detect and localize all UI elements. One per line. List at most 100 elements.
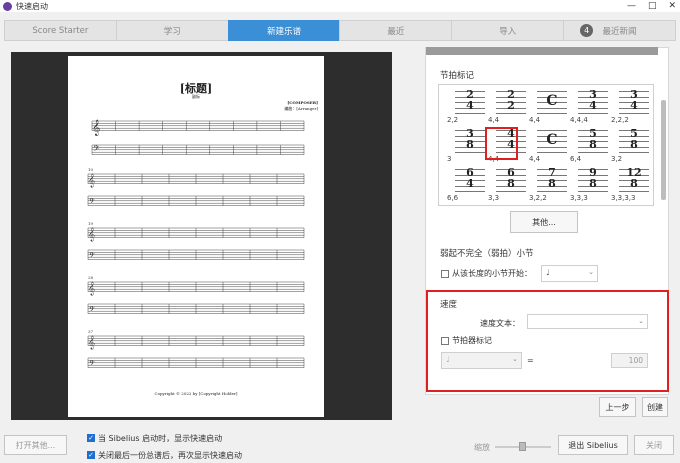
score-page: [标题] 副标 [COMPOSER] 编曲：[Arranger] 𝄞 𝄢 𝄞 𝄢 10 𝄞… [68, 56, 324, 417]
tab-new-score[interactable]: 新建乐谱 [227, 20, 340, 41]
section-header-strip [426, 47, 658, 55]
time-signature-denominator: 8 [589, 177, 597, 190]
time-signature-symbol: 98 [578, 167, 608, 193]
time-signature-denominator: 8 [589, 138, 597, 151]
time-signature-denominator: 4 [589, 99, 597, 112]
clef-symbol: 𝄞 [88, 281, 95, 295]
time-signature-option[interactable]: 6 8 3,3 [488, 167, 528, 203]
time-signature-symbol: 22 [496, 89, 526, 115]
tab-label: 导入 [499, 26, 517, 37]
time-signature-symbol: 68 [496, 167, 526, 193]
time-signature-option[interactable]: 9 8 3,3,3 [570, 167, 610, 203]
measure-number: 10 [88, 167, 94, 172]
bpm-input[interactable]: 100 [611, 353, 648, 368]
time-signature-grouping: 6,4 [570, 155, 582, 163]
time-signature-symbol: 78 [537, 167, 567, 193]
clef-symbol: 𝄢 [93, 145, 100, 156]
time-signature-numerator: C [546, 93, 558, 109]
time-signature-grouping: 4,4 [488, 116, 500, 124]
show-on-close-label: 关闭最后一份总谱后，再次显示快速启动 [98, 451, 242, 460]
tab-score-starter[interactable]: Score Starter [4, 20, 116, 41]
other-time-signature-button[interactable]: 其他... [510, 211, 578, 233]
tempo-text-dropdown[interactable]: ⌄ [527, 314, 648, 329]
tempo-title: 速度 [440, 300, 458, 310]
news-count-badge: 4 [580, 24, 594, 37]
time-signature-grouping: 4,4,4 [570, 116, 588, 124]
time-signature-option[interactable]: 5 8 6,4 [570, 128, 610, 164]
time-signature-denominator: 2 [507, 99, 515, 112]
back-button[interactable]: 上一步 [599, 397, 636, 417]
time-signature-option[interactable]: 7 8 3,2,2 [529, 167, 569, 203]
create-button[interactable]: 创建 [642, 397, 668, 417]
maximize-button[interactable]: □ [648, 0, 657, 12]
tab-news[interactable]: 4 最近新闻 [563, 20, 676, 41]
time-signature-denominator: 8 [630, 177, 638, 190]
show-on-close-checkbox[interactable]: ✓ [87, 451, 95, 459]
zoom-slider-handle[interactable] [519, 442, 526, 451]
metronome-checkbox[interactable] [441, 337, 449, 345]
metronome-note-value: ♩ [446, 355, 450, 364]
tempo-text-label: 速度文本： [480, 319, 520, 328]
pickup-title: 弱起不完全（弱拍）小节 [440, 249, 534, 259]
pickup-duration-value: ♩ [546, 268, 550, 277]
tab-bar: Score Starter 学习 新建乐谱 最近 导入 4 最近新闻 [4, 20, 676, 41]
time-signature-grouping: 4,4 [529, 155, 541, 163]
time-signature-grouping: 3,2 [611, 155, 623, 163]
time-signature-grouping: 2,2,2 [611, 116, 629, 124]
pickup-duration-dropdown[interactable]: ♩ ⌄ [541, 265, 598, 282]
time-signature-option[interactable]: 12 8 3,3,3,3 [611, 167, 651, 203]
time-signature-option[interactable]: 383 [447, 128, 487, 164]
show-on-start-label: 当 Sibelius 启动时，显示快速启动 [98, 434, 223, 443]
tab-recent[interactable]: 最近 [339, 20, 452, 41]
time-signature-symbol: 64 [455, 167, 485, 193]
clef-symbol: 𝄞 [88, 173, 95, 187]
bpm-value: 100 [628, 356, 643, 365]
time-signature-selection [485, 127, 518, 160]
time-signature-grouping: 3,3 [488, 194, 500, 202]
time-signature-symbol: C [537, 128, 567, 154]
measure-number: 37 [88, 329, 94, 334]
clef-symbol: 𝄢 [89, 359, 95, 370]
time-signature-denominator: 8 [630, 138, 638, 151]
time-signature-symbol: 58 [578, 128, 608, 154]
time-signature-option[interactable]: 3 4 2,2,2 [611, 89, 651, 125]
open-other-button[interactable]: 打开其他... [4, 435, 67, 455]
pickup-checkbox[interactable] [441, 270, 449, 278]
time-signature-option[interactable]: 3 4 4,4,4 [570, 89, 610, 125]
chevron-down-icon: ⌄ [588, 268, 594, 276]
score-copyright: Copyright © 2022 by [Copyright Holder] [154, 391, 238, 396]
tab-label: 最近新闻 [602, 26, 637, 37]
time-signature-symbol: 12 8 [619, 167, 649, 193]
time-signature-denominator: 8 [507, 177, 515, 190]
time-signature-option[interactable]: 2 4 2,2 [447, 89, 487, 125]
time-signature-option[interactable]: C 4,4 [529, 89, 569, 125]
tab-import[interactable]: 导入 [451, 20, 564, 41]
metronome-label: 节拍器标记 [452, 336, 492, 345]
exit-sibelius-button[interactable]: 退出 Sibelius [558, 435, 628, 455]
measure-number: 19 [88, 221, 94, 226]
tab-label: 学习 [163, 26, 181, 37]
show-on-start-checkbox[interactable]: ✓ [87, 434, 95, 442]
time-signature-grouping: 3,3,3,3 [611, 194, 636, 202]
app-icon [3, 1, 12, 11]
time-signature-gallery: 2 4 2,2 2 2 4,4 C 4,4 3 4 4,4,4 3 4 2,2,2 3 8 3 4 4 4,4 C 4,4… [438, 84, 654, 206]
time-signature-symbol: 58 [619, 128, 649, 154]
time-signature-grouping: 6,6 [447, 194, 459, 202]
time-signature-option[interactable]: 6 4 6,6 [447, 167, 487, 203]
settings-scrollbar[interactable] [661, 100, 666, 200]
tab-learn[interactable]: 学习 [115, 20, 228, 41]
close-window-button[interactable]: ✕ [668, 0, 676, 12]
time-signature-option[interactable]: C 4,4 [529, 128, 569, 164]
title-bar: 快速启动 — □ ✕ [0, 0, 680, 12]
time-signature-option[interactable]: 2 2 4,4 [488, 89, 528, 125]
score-preview: [标题] 副标 [COMPOSER] 编曲：[Arranger] 𝄞 𝄢 𝄞 𝄢 10 𝄞… [11, 52, 392, 420]
clef-symbol: 𝄢 [89, 251, 95, 262]
time-signature-option[interactable]: 5 8 3,2 [611, 128, 651, 164]
close-button[interactable]: 关闭 [634, 435, 674, 455]
time-signature-title: 节拍标记 [440, 71, 475, 81]
chevron-down-icon: ⌄ [638, 317, 644, 325]
minimize-button[interactable]: — [627, 0, 636, 12]
pickup-label: 从该长度的小节开始： [452, 269, 532, 278]
metronome-note-dropdown[interactable]: ♩ ⌄ [441, 352, 522, 369]
time-signature-grouping: 3 [447, 155, 452, 163]
